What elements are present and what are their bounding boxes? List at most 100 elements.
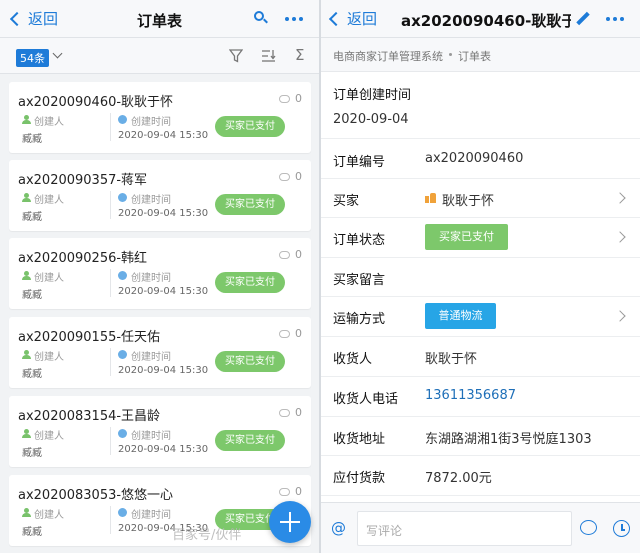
order-card[interactable]: ax2020090155-任天佑 0 创建人 臧臧 创建时间 2020-09-0… bbox=[9, 317, 311, 388]
order-card-title: ax2020083053-悠悠一心 bbox=[18, 488, 174, 503]
status-badge[interactable]: 买家已支付 bbox=[215, 351, 285, 372]
divider bbox=[110, 113, 111, 141]
clock-icon bbox=[118, 508, 127, 517]
at-icon[interactable]: @ bbox=[331, 519, 346, 537]
list-page-title: 订单表 bbox=[136, 12, 182, 30]
field-receiver-phone[interactable]: 收货人电话 13611356687 bbox=[321, 377, 640, 417]
comment-count: 0 bbox=[279, 327, 302, 340]
created-time-value: 2020-09-04 15:30 bbox=[118, 444, 209, 455]
order-card-title: ax2020090357-蒋军 bbox=[18, 173, 148, 188]
field-created-time[interactable]: 订单创建时间 2020-09-04 bbox=[321, 72, 640, 139]
field-order-number[interactable]: 订单编号 ax2020090460 bbox=[321, 139, 640, 179]
field-label: 收货人 bbox=[333, 352, 373, 367]
field-value: ax2020090460 bbox=[425, 151, 524, 166]
field-value: 耿耿于怀 bbox=[425, 352, 478, 367]
detail-page-title: ax2020090460-耿耿于怀 bbox=[401, 12, 571, 30]
more-icon[interactable] bbox=[285, 17, 303, 21]
field-label: 买家留言 bbox=[333, 273, 386, 288]
status-badge[interactable]: 买家已支付 bbox=[215, 430, 285, 451]
order-card[interactable]: ax2020090256-韩红 0 创建人 臧臧 创建时间 2020-09-04… bbox=[9, 238, 311, 309]
record-count-badge[interactable]: 54条 bbox=[16, 49, 49, 67]
clock-icon bbox=[118, 115, 127, 124]
creator-label: 创建人 bbox=[34, 117, 64, 128]
watermark-text: 百家号/伙伴 bbox=[172, 528, 242, 543]
creator-value: 臧臧 bbox=[22, 134, 42, 145]
user-icon bbox=[22, 508, 31, 517]
search-icon[interactable] bbox=[254, 11, 268, 24]
field-receiver[interactable]: 收货人 耿耿于怀 bbox=[321, 337, 640, 377]
detail-back-button[interactable]: 返回 bbox=[327, 8, 377, 29]
creator-value: 臧臧 bbox=[22, 290, 42, 301]
comment-input[interactable]: 写评论 bbox=[357, 511, 572, 546]
order-card[interactable]: ax2020083053-悠悠一心 0 创建人 臧臧 创建时间 2020-09-… bbox=[9, 475, 311, 546]
creator-label: 创建人 bbox=[34, 273, 64, 284]
filter-icon[interactable] bbox=[229, 49, 243, 63]
comment-bar: @ 写评论 bbox=[321, 502, 640, 553]
created-time-label: 创建时间 bbox=[131, 117, 171, 128]
order-card-title: ax2020090155-任天佑 bbox=[18, 330, 161, 345]
list-toolbar: 54条 Σ bbox=[0, 38, 319, 74]
phone-link[interactable]: 13611356687 bbox=[425, 388, 516, 403]
status-badge[interactable]: 买家已支付 bbox=[215, 194, 285, 215]
field-label: 订单创建时间 bbox=[333, 88, 412, 103]
field-label: 订单编号 bbox=[333, 155, 386, 170]
breadcrumb-app[interactable]: 电商商家订单管理系统 bbox=[333, 48, 443, 64]
comment-icon bbox=[279, 487, 290, 496]
comment-icon bbox=[279, 408, 290, 417]
user-icon bbox=[22, 429, 31, 438]
order-card[interactable]: ax2020083154-王昌龄 0 创建人 臧臧 创建时间 2020-09-0… bbox=[9, 396, 311, 467]
chevron-down-icon[interactable] bbox=[52, 48, 63, 59]
field-amount-due[interactable]: 应付货款 7872.00元 bbox=[321, 456, 640, 496]
chevron-right-icon bbox=[614, 310, 626, 322]
creator-label: 创建人 bbox=[34, 510, 64, 521]
status-badge[interactable]: 买家已支付 bbox=[425, 224, 508, 250]
field-label: 运输方式 bbox=[333, 312, 386, 327]
detail-nav-bar: 返回 ax2020090460-耿耿于怀 bbox=[321, 0, 640, 38]
comment-icon bbox=[279, 172, 290, 181]
created-time-label: 创建时间 bbox=[131, 195, 171, 206]
created-time-value: 2020-09-04 15:30 bbox=[118, 365, 209, 376]
field-shipping-method[interactable]: 运输方式 普通物流 bbox=[321, 297, 640, 337]
breadcrumb-table[interactable]: 订单表 bbox=[458, 48, 491, 64]
user-icon bbox=[22, 271, 31, 280]
field-address[interactable]: 收货地址 东湖路湖湘1街3号悦庭1303 bbox=[321, 417, 640, 456]
field-buyer[interactable]: 买家 耿耿于怀 bbox=[321, 179, 640, 218]
created-time-label: 创建时间 bbox=[131, 273, 171, 284]
order-list-panel: 返回 订单表 54条 Σ ax2020090460-耿耿于怀 0 创建人 臧臧 … bbox=[0, 0, 319, 553]
chat-icon[interactable] bbox=[580, 520, 597, 535]
created-time-value: 2020-09-04 15:30 bbox=[118, 130, 209, 141]
history-icon[interactable] bbox=[613, 520, 630, 537]
chevron-left-icon bbox=[328, 11, 344, 26]
order-card-title: ax2020083154-王昌龄 bbox=[18, 409, 161, 424]
field-order-status[interactable]: 订单状态 买家已支付 bbox=[321, 218, 640, 258]
status-badge[interactable]: 买家已支付 bbox=[215, 272, 285, 293]
order-card-title: ax2020090460-耿耿于怀 bbox=[18, 95, 174, 110]
sort-icon[interactable] bbox=[261, 49, 276, 63]
status-badge[interactable]: 买家已支付 bbox=[215, 116, 285, 137]
field-buyer-message[interactable]: 买家留言 bbox=[321, 258, 640, 297]
edit-icon[interactable] bbox=[576, 11, 590, 26]
field-label: 收货人电话 bbox=[333, 392, 399, 407]
breadcrumb: 电商商家订单管理系统 订单表 bbox=[321, 38, 640, 72]
field-label: 收货地址 bbox=[333, 432, 386, 447]
more-icon[interactable] bbox=[606, 17, 624, 21]
creator-label: 创建人 bbox=[34, 352, 64, 363]
comment-count: 0 bbox=[279, 92, 302, 105]
field-label: 买家 bbox=[333, 194, 360, 209]
comment-icon bbox=[279, 250, 290, 259]
order-card[interactable]: ax2020090357-蒋军 0 创建人 臧臧 创建时间 2020-09-04… bbox=[9, 160, 311, 231]
sigma-icon[interactable]: Σ bbox=[295, 46, 304, 64]
comment-icon bbox=[279, 94, 290, 103]
comment-count: 0 bbox=[279, 485, 302, 498]
creator-value: 臧臧 bbox=[22, 448, 42, 459]
order-card[interactable]: ax2020090460-耿耿于怀 0 创建人 臧臧 创建时间 2020-09-… bbox=[9, 82, 311, 153]
order-detail-panel: 返回 ax2020090460-耿耿于怀 电商商家订单管理系统 订单表 订单创建… bbox=[321, 0, 640, 553]
field-label: 应付货款 bbox=[333, 471, 386, 486]
add-record-button[interactable] bbox=[269, 501, 311, 543]
shipping-badge[interactable]: 普通物流 bbox=[425, 303, 496, 329]
creator-value: 臧臧 bbox=[22, 527, 42, 538]
created-time-label: 创建时间 bbox=[131, 352, 171, 363]
clock-icon bbox=[118, 193, 127, 202]
divider bbox=[110, 348, 111, 376]
created-time-label: 创建时间 bbox=[131, 431, 171, 442]
